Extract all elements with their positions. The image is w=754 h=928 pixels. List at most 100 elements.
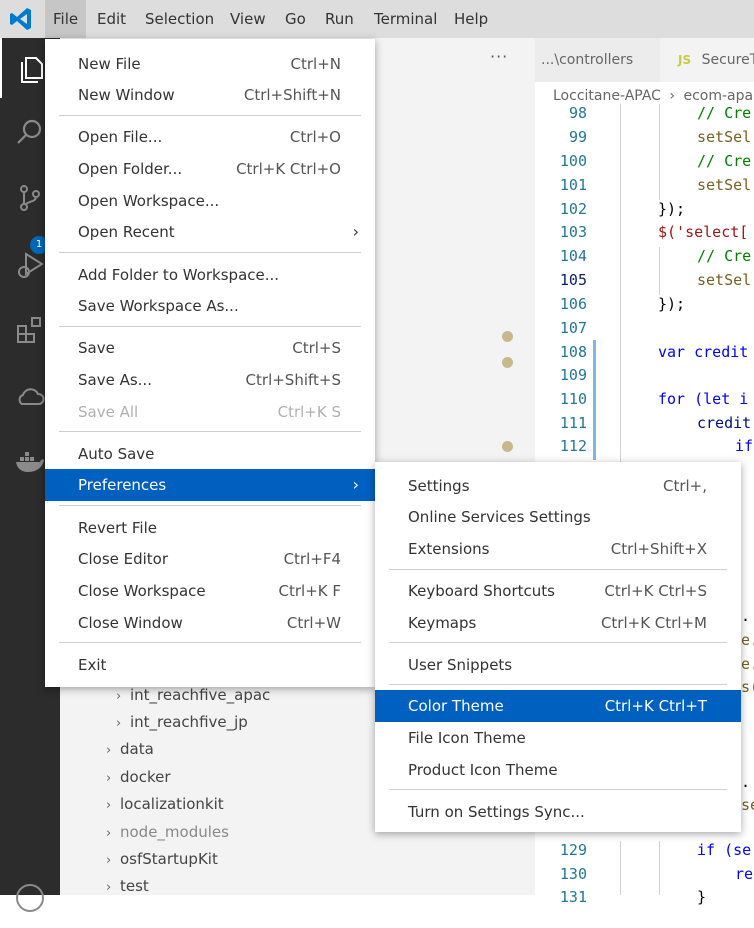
menu-separator <box>59 326 361 327</box>
line-number: 103 <box>559 223 587 241</box>
tab-secure-file[interactable]: JS SecureT <box>660 38 754 82</box>
menu-separator <box>59 505 361 506</box>
line-number: 98 <box>568 104 587 122</box>
menu-item-file-icon-theme[interactable]: File Icon Theme <box>375 722 741 754</box>
menu-separator <box>59 431 361 432</box>
line-number: 101 <box>559 176 587 194</box>
chevron-right-icon: › <box>106 798 112 813</box>
code-fragment: se <box>741 796 754 814</box>
breadcrumb-item[interactable]: Loccitane-APAC <box>553 88 661 104</box>
line-number: 105 <box>559 271 587 289</box>
menu-separator <box>59 642 361 643</box>
line-number: 108 <box>559 343 587 361</box>
menu-separator <box>389 789 727 790</box>
menu-item-auto-save[interactable]: Auto Save <box>45 438 375 470</box>
menu-item-save[interactable]: Save Ctrl+S <box>45 332 375 364</box>
menu-item-save-all: Save All Ctrl+K S <box>78 403 341 421</box>
menu-item-close-window[interactable]: Close Window Ctrl+W <box>45 607 375 639</box>
chevron-right-icon: › <box>669 88 675 104</box>
menubar-view[interactable]: View <box>222 0 274 38</box>
menubar-go[interactable]: Go <box>277 0 314 38</box>
sidebar-more-actions-button[interactable]: ··· <box>490 47 508 66</box>
menu-item-open-folder[interactable]: Open Folder... Ctrl+K Ctrl+O <box>45 153 375 185</box>
menu-item-settings[interactable]: Settings Ctrl+, <box>375 470 741 502</box>
code-fragment: . <box>741 607 751 625</box>
indent-guide <box>659 841 660 895</box>
menu-item-keymaps[interactable]: Keymaps Ctrl+K Ctrl+M <box>375 607 741 639</box>
menu-item-extensions[interactable]: Extensions Ctrl+Shift+X <box>375 533 741 565</box>
menu-item-open-workspace[interactable]: Open Workspace... <box>45 185 375 217</box>
menu-item-save-as[interactable]: Save As... Ctrl+Shift+S <box>45 364 375 396</box>
tab-controllers[interactable]: ...\controllers <box>541 38 633 82</box>
gutter-decoration <box>502 331 513 342</box>
breadcrumb-item[interactable]: ecom-apa <box>683 88 753 104</box>
menu-separator <box>389 684 727 685</box>
tree-folder-test[interactable]: › test <box>106 873 149 899</box>
menu-item-user-snippets[interactable]: User Snippets <box>375 649 741 681</box>
code-line: }); <box>658 295 686 313</box>
menubar-selection[interactable]: Selection <box>137 0 222 38</box>
menu-item-new-file[interactable]: New File Ctrl+N <box>45 48 375 80</box>
menu-item-open-recent[interactable]: Open Recent › <box>45 216 375 248</box>
chevron-right-icon: › <box>352 222 359 241</box>
git-change-indicator <box>593 340 596 460</box>
menu-item-keyboard-shortcuts[interactable]: Keyboard Shortcuts Ctrl+K Ctrl+S <box>375 575 741 607</box>
line-number: 112 <box>559 437 587 455</box>
tree-folder-osfstartupkit[interactable]: › osfStartupKit <box>106 846 218 872</box>
menu-item-open-file[interactable]: Open File... Ctrl+O <box>45 121 375 153</box>
code-line: if (se <box>697 841 752 859</box>
gutter-decoration <box>502 357 513 368</box>
chevron-right-icon: › <box>116 689 122 704</box>
menubar-help[interactable]: Help <box>446 0 496 38</box>
menu-item-close-editor[interactable]: Close Editor Ctrl+F4 <box>45 543 375 575</box>
chevron-right-icon: › <box>106 826 112 841</box>
code-line: for (let i <box>658 390 749 408</box>
menu-item-new-window[interactable]: New Window Ctrl+Shift+N <box>45 79 375 111</box>
menu-separator <box>389 569 727 570</box>
menubar-file[interactable]: File <box>45 0 87 38</box>
menu-item-add-folder-to-workspace[interactable]: Add Folder to Workspace... <box>45 259 375 291</box>
code-line: // Cre <box>697 152 752 170</box>
menu-item-close-workspace[interactable]: Close Workspace Ctrl+K F <box>45 575 375 607</box>
tree-folder-node-modules[interactable]: › node_modules <box>106 819 229 845</box>
menu-item-revert-file[interactable]: Revert File <box>45 512 375 544</box>
tree-folder-int-reachfive-jp[interactable]: › int_reachfive_jp <box>116 709 248 735</box>
menubar-edit[interactable]: Edit <box>89 0 134 38</box>
menu-item-save-workspace-as[interactable]: Save Workspace As... <box>45 290 375 322</box>
code-line: // Cre <box>697 247 752 265</box>
menu-item-color-theme[interactable]: Color Theme Ctrl+K Ctrl+T <box>375 690 741 722</box>
code-line: } <box>697 888 707 906</box>
line-number: 100 <box>559 152 587 170</box>
menu-item-preferences[interactable]: Preferences › <box>45 469 375 501</box>
preferences-submenu: Settings Ctrl+, Online Services Settings … <box>375 462 741 832</box>
code-line: setSel <box>697 271 752 289</box>
indent-guide <box>659 104 660 200</box>
menubar-run[interactable]: Run <box>317 0 362 38</box>
chevron-right-icon: › <box>352 475 359 494</box>
line-number: 107 <box>559 319 587 337</box>
line-number: 102 <box>559 200 587 218</box>
tree-folder-data[interactable]: › data <box>106 736 154 762</box>
code-line: credit <box>697 414 752 432</box>
chevron-right-icon: › <box>106 743 112 758</box>
account-icon[interactable] <box>0 868 60 928</box>
code-fragment: . <box>741 773 751 791</box>
line-number: 110 <box>559 390 587 408</box>
line-number: 109 <box>559 366 587 384</box>
tree-folder-localizationkit[interactable]: › localizationkit <box>106 791 224 817</box>
chevron-right-icon: › <box>106 853 112 868</box>
code-line: setSel <box>697 128 752 146</box>
menu-item-exit[interactable]: Exit <box>45 649 375 681</box>
indent-guide <box>659 247 660 295</box>
menu-item-product-icon-theme[interactable]: Product Icon Theme <box>375 754 741 786</box>
menu-item-online-services-settings[interactable]: Online Services Settings <box>375 501 741 533</box>
menubar-terminal[interactable]: Terminal <box>366 0 445 38</box>
gutter-decoration <box>502 441 513 452</box>
menu-separator <box>59 115 361 116</box>
menu-item-turn-on-settings-sync[interactable]: Turn on Settings Sync... <box>375 796 741 828</box>
code-line: $('select[ <box>658 223 749 241</box>
code-fragment: s( <box>741 678 754 696</box>
editor-tabs: ...\controllers JS SecureT <box>535 38 754 82</box>
code-line: }); <box>658 200 686 218</box>
tree-folder-docker[interactable]: › docker <box>106 764 171 790</box>
